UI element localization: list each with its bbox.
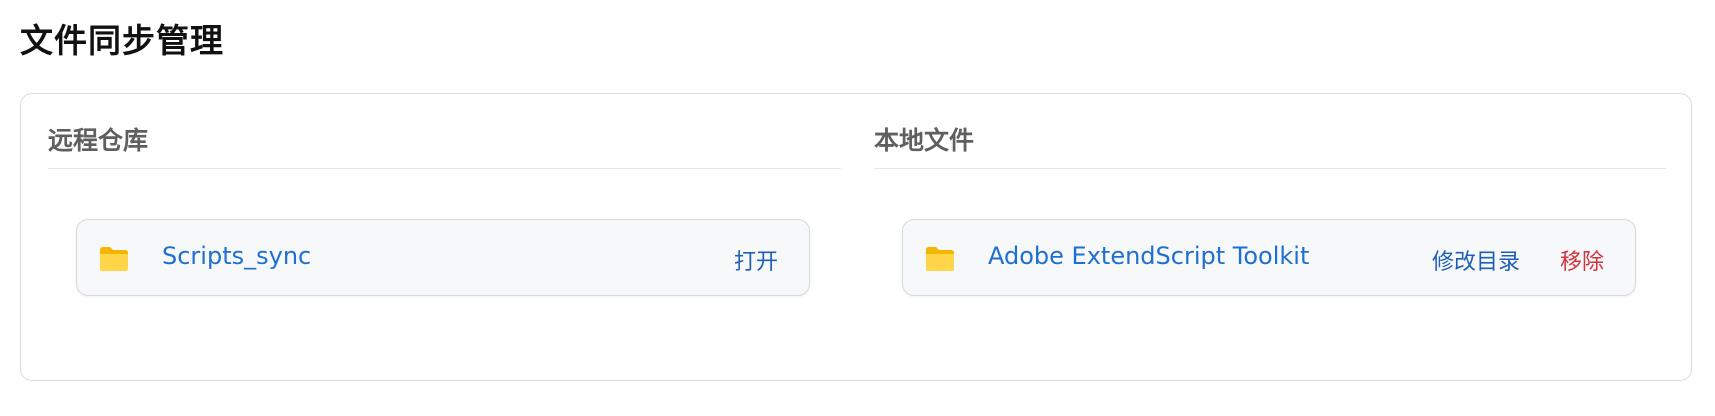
folder-icon <box>925 246 955 272</box>
page-title: 文件同步管理 <box>20 21 224 60</box>
remote-folder-name[interactable]: Scripts_sync <box>162 242 311 270</box>
remote-section-title: 远程仓库 <box>48 126 149 155</box>
remote-folder-item: Scripts_sync 打开 <box>76 219 810 296</box>
folder-icon <box>99 246 129 272</box>
open-button[interactable]: 打开 <box>734 244 778 276</box>
edit-directory-button[interactable]: 修改目录 <box>1432 244 1520 276</box>
remove-button[interactable]: 移除 <box>1560 244 1604 276</box>
local-section-title: 本地文件 <box>874 126 975 155</box>
local-folder-item: Adobe ExtendScript Toolkit 修改目录 移除 <box>902 219 1636 296</box>
section-divider <box>874 168 1666 169</box>
section-divider <box>48 168 841 169</box>
local-folder-name[interactable]: Adobe ExtendScript Toolkit <box>988 242 1309 270</box>
sync-panel: 远程仓库 Scripts_sync 打开 本地文件 Adobe ExtendSc… <box>20 93 1692 381</box>
